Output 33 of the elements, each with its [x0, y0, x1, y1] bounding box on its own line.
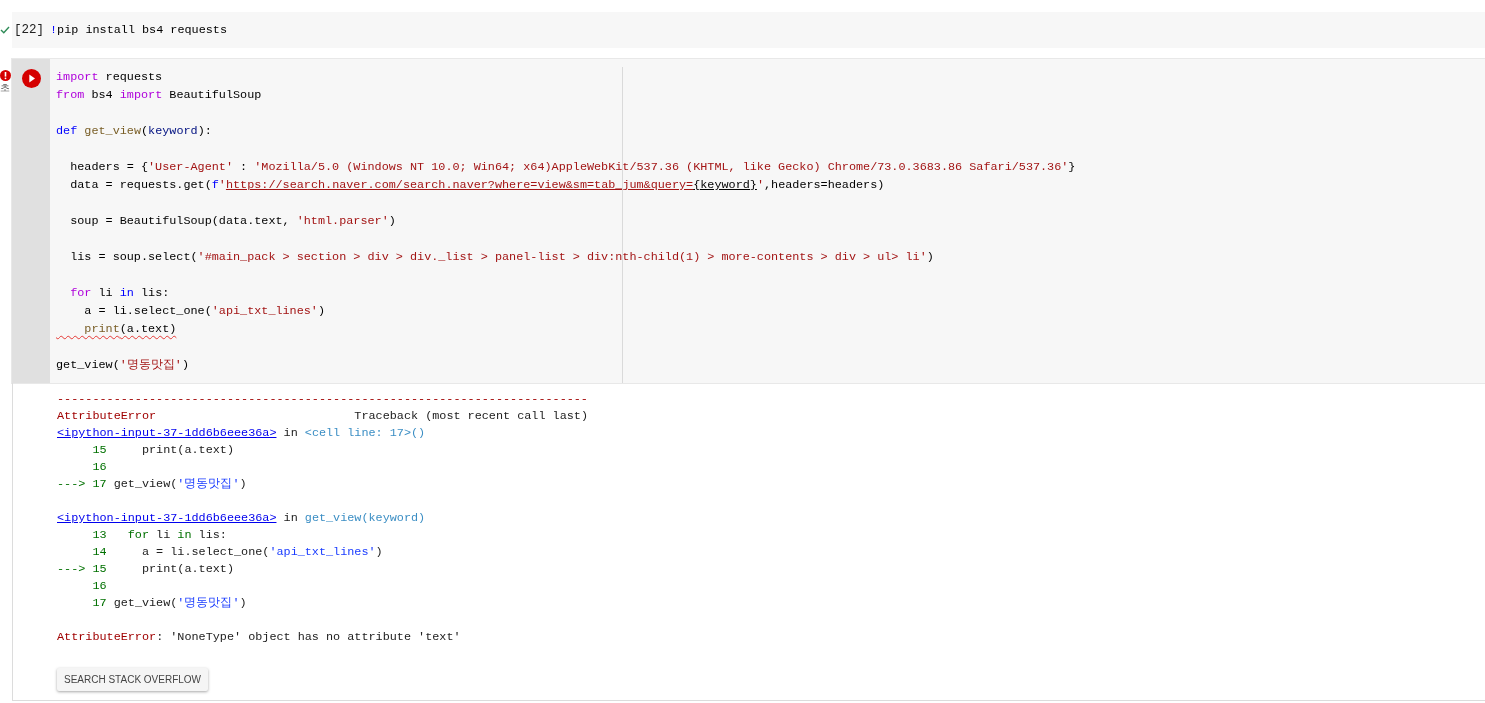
- output-line: 13 for li in lis:: [91, 527, 227, 544]
- code-line: soup = BeautifulSoup(data.text, 'html.parser'): [69, 213, 396, 230]
- code-line: data = requests.get(f'https://search.naver.com/search.naver?where=view&sm=tab_jum&query={keyword}',headers=headers): [69, 177, 885, 194]
- output-line: AttributeError Traceback (most recent call last): [57, 408, 588, 425]
- code-line: get_view('명동맛집'): [56, 357, 189, 374]
- code-line: a = li.select_one('api_txt_lines'): [83, 303, 326, 320]
- code-line: from bs4 import BeautifulSoup: [56, 87, 262, 104]
- code-cell[interactable]: [12, 59, 1485, 383]
- search-stack-overflow-button[interactable]: SEARCH STACK OVERFLOW: [57, 668, 209, 691]
- output-line: <ipython-input-37-1dd6b6eee36a> in get_view(keyword): [57, 510, 426, 527]
- code-line: print(a.text): [83, 321, 177, 338]
- output-line: AttributeError: 'NoneType' object has no attribute 'text': [57, 629, 461, 646]
- check-icon: [0, 26, 10, 34]
- code-cell[interactable]: [22] !pip install bs4 requests: [12, 12, 1485, 48]
- run-button[interactable]: [21, 69, 41, 88]
- output-line: <ipython-input-37-1dd6b6eee36a> in <cell line: 17>(): [57, 425, 426, 442]
- output-line: ---------------------------------------------------------------------------: [57, 391, 588, 408]
- output-line: ---> 17 get_view('명동맛집'): [57, 476, 247, 493]
- output-line: 16: [91, 578, 107, 595]
- code-line: import requests: [56, 69, 163, 86]
- code-line: for li in lis:: [69, 285, 170, 302]
- code-line: def get_view(keyword):: [56, 123, 212, 140]
- code-line: !pip install bs4 requests: [50, 22, 227, 39]
- code-line: lis = soup.select('#main_pack > section > div > div._list > panel-list > div:nth-child(1) > more-contents > div > ul> li'): [69, 249, 934, 266]
- execution-count: [22]: [14, 22, 45, 37]
- error-icon: [0, 70, 11, 81]
- output-line: 16: [91, 459, 107, 476]
- output-line: 15 print(a.text): [91, 442, 234, 459]
- output-line: ---> 15 print(a.text): [57, 561, 234, 578]
- elapsed-time: 초: [0, 82, 10, 93]
- output-line: 17 get_view('명동맛집'): [91, 595, 247, 612]
- code-line: headers = {'User-Agent' : 'Mozilla/5.0 (Windows NT 10.0; Win64; x64)AppleWebKit/537.36 (KHTML, like Gecko) Chrome/73.0.3683.86 Safari/537.36'}: [69, 159, 1076, 176]
- output-line: 14 a = li.select_one('api_txt_lines'): [91, 544, 383, 561]
